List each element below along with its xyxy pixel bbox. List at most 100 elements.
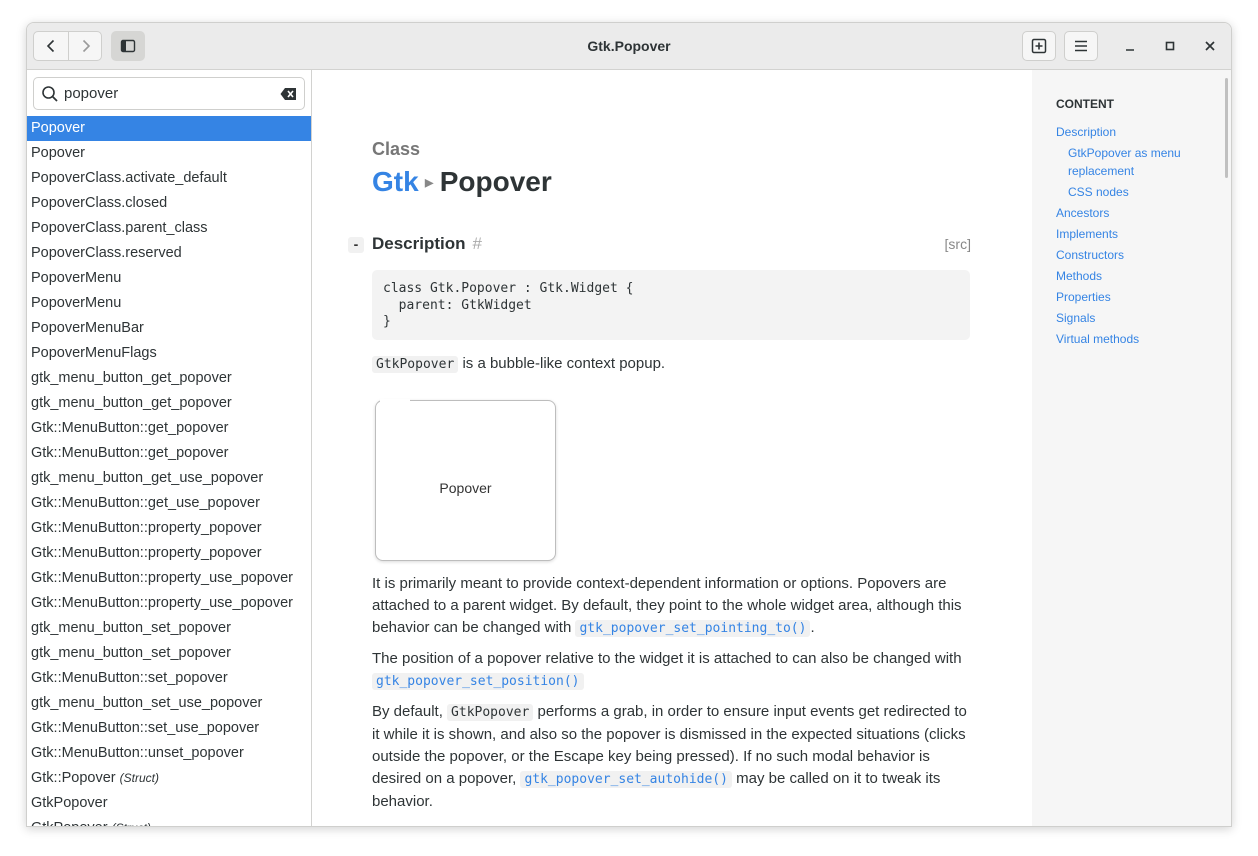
link-set-position[interactable]: gtk_popover_set_position() [372,673,584,690]
collapse-section-button[interactable]: - [348,237,364,253]
search-result-label: Gtk::MenuButton::property_use_popover [31,595,293,611]
app-window: Gtk.Popover popover Popover Popover Popove… [26,22,1232,827]
search-result-item[interactable]: Gtk::MenuButton::get_popover [27,416,311,441]
search-result-item[interactable]: GtkPopover (Struct) [27,816,311,826]
search-result-label: Gtk::MenuButton::property_popover [31,520,262,536]
search-result-label: Gtk::MenuButton::property_use_popover [31,570,293,586]
breadcrumb-arrow-icon: ▸ [424,172,434,192]
search-result-item[interactable]: Gtk::Popover (Struct) [27,766,311,791]
paragraph-text: The position of a popover relative to th… [372,650,962,667]
minimize-button[interactable] [1115,31,1145,61]
search-result-label: PopoverMenuFlags [31,345,157,361]
search-result-label: PopoverMenu [31,270,122,286]
search-result-item[interactable]: PopoverClass.activate_default [27,166,311,191]
search-result-label: gtk_menu_button_get_use_popover [31,470,264,486]
page-title: Gtk ▸ Popover [372,166,552,198]
search-result-item[interactable]: Gtk::MenuButton::property_use_popover [27,591,311,616]
toc-heading: CONTENT [1056,97,1114,111]
toc-item-implements[interactable]: Implements [1056,225,1118,243]
search-result-label: Gtk::MenuButton::unset_popover [31,745,244,761]
search-result-item[interactable]: Gtk::MenuButton::unset_popover [27,741,311,766]
new-tab-icon [1031,38,1047,54]
menu-icon [1075,40,1087,52]
search-result-label: Gtk::MenuButton::get_popover [31,445,229,461]
search-result-item[interactable]: gtk_menu_button_get_use_popover [27,466,311,491]
search-result-item[interactable]: Gtk::MenuButton::property_popover [27,516,311,541]
search-result-label: GtkPopover [31,820,108,826]
namespace-link[interactable]: Gtk [372,166,419,197]
search-result-item[interactable]: gtk_menu_button_set_popover [27,616,311,641]
search-result-item[interactable]: Gtk::MenuButton::get_use_popover [27,491,311,516]
search-result-item[interactable]: gtk_menu_button_get_popover [27,391,311,416]
link-set-pointing-to[interactable]: gtk_popover_set_pointing_to() [575,620,811,637]
search-result-item[interactable]: gtk_menu_button_set_popover [27,641,311,666]
toc-item-properties[interactable]: Properties [1056,288,1111,306]
search-result-label: Gtk::MenuButton::get_use_popover [31,495,260,511]
search-result-item[interactable]: PopoverMenu [27,291,311,316]
search-result-item[interactable]: PopoverMenu [27,266,311,291]
search-result-item[interactable]: Gtk::MenuButton::property_use_popover [27,566,311,591]
search-result-label: Popover [31,120,86,136]
doc-content: Class Gtk ▸ Popover - Description # [src] c… [313,70,1032,826]
toc-item-virtual-methods[interactable]: Virtual methods [1056,330,1139,348]
search-result-label: PopoverClass.parent_class [31,220,208,236]
search-result-label: PopoverClass.activate_default [31,170,227,186]
main-menu-button[interactable] [1064,31,1098,61]
search-icon [42,86,58,102]
search-result-label: gtk_menu_button_set_use_popover [31,695,263,711]
toc-item-methods[interactable]: Methods [1056,267,1102,285]
search-result-item[interactable]: Gtk::MenuButton::get_popover [27,441,311,466]
toc-item-constructors[interactable]: Constructors [1056,246,1124,264]
search-results-list: Popover Popover PopoverClass.activate_defa… [27,116,311,826]
search-result-item[interactable]: PopoverClass.reserved [27,241,311,266]
new-tab-button[interactable] [1022,31,1056,61]
toc-item-css-nodes[interactable]: CSS nodes [1068,183,1129,201]
search-result-item[interactable]: PopoverClass.parent_class [27,216,311,241]
search-input[interactable]: popover [33,77,305,110]
search-result-item[interactable]: PopoverMenuBar [27,316,311,341]
link-set-autohide[interactable]: gtk_popover_set_autohide() [520,771,732,788]
section-heading: Description # [372,234,482,254]
search-result-item[interactable]: GtkPopover [27,791,311,816]
paragraph-position: The position of a popover relative to th… [372,648,970,693]
clear-icon[interactable] [280,86,298,102]
search-result-item[interactable]: PopoverMenuFlags [27,341,311,366]
search-result-item[interactable]: gtk_menu_button_set_use_popover [27,691,311,716]
minimize-icon [1126,49,1134,51]
search-result-item[interactable]: PopoverClass.closed [27,191,311,216]
toc-item-menu-replacement-cont[interactable]: replacement [1068,162,1134,180]
maximize-icon [1165,41,1175,51]
search-result-item[interactable]: Gtk::MenuButton::set_use_popover [27,716,311,741]
search-value: popover [64,85,119,102]
search-result-item[interactable]: Gtk::MenuButton::set_popover [27,666,311,691]
paragraph-text: By default, [372,703,448,720]
search-result-type-tag: (Struct) [112,821,151,826]
source-link[interactable]: [src] [945,236,971,252]
search-result-item[interactable]: Popover [27,141,311,166]
popover-illustration-label: Popover [439,480,492,496]
close-button[interactable] [1195,31,1225,61]
close-icon [1205,41,1215,51]
toc-item-description[interactable]: Description [1056,123,1116,141]
search-result-label: PopoverClass.closed [31,195,168,211]
scrollbar[interactable] [1225,78,1228,178]
search-result-label: Gtk::Popover [31,770,116,786]
search-result-item[interactable]: Popover [27,116,311,141]
class-name: Popover [439,166,552,197]
search-result-label: GtkPopover [31,795,108,811]
search-result-item[interactable]: Gtk::MenuButton::property_popover [27,541,311,566]
toc-item-signals[interactable]: Signals [1056,309,1095,327]
inline-code: GtkPopover [372,356,459,373]
paragraph-grab: By default, GtkPopover performs a grab, … [372,701,970,813]
inline-code: GtkPopover [447,704,534,721]
maximize-button[interactable] [1155,31,1185,61]
anchor-link[interactable]: # [473,234,482,253]
search-result-type-tag: (Struct) [119,771,159,785]
toc-item-ancestors[interactable]: Ancestors [1056,204,1109,222]
search-result-item[interactable]: gtk_menu_button_get_popover [27,366,311,391]
search-result-label: PopoverMenuBar [31,320,144,336]
search-result-label: gtk_menu_button_set_popover [31,645,231,661]
search-result-label: gtk_menu_button_get_popover [31,395,232,411]
toc-item-menu-replacement[interactable]: GtkPopover as menu [1068,144,1181,162]
paragraph-text: is a bubble-like context popup. [458,355,666,372]
